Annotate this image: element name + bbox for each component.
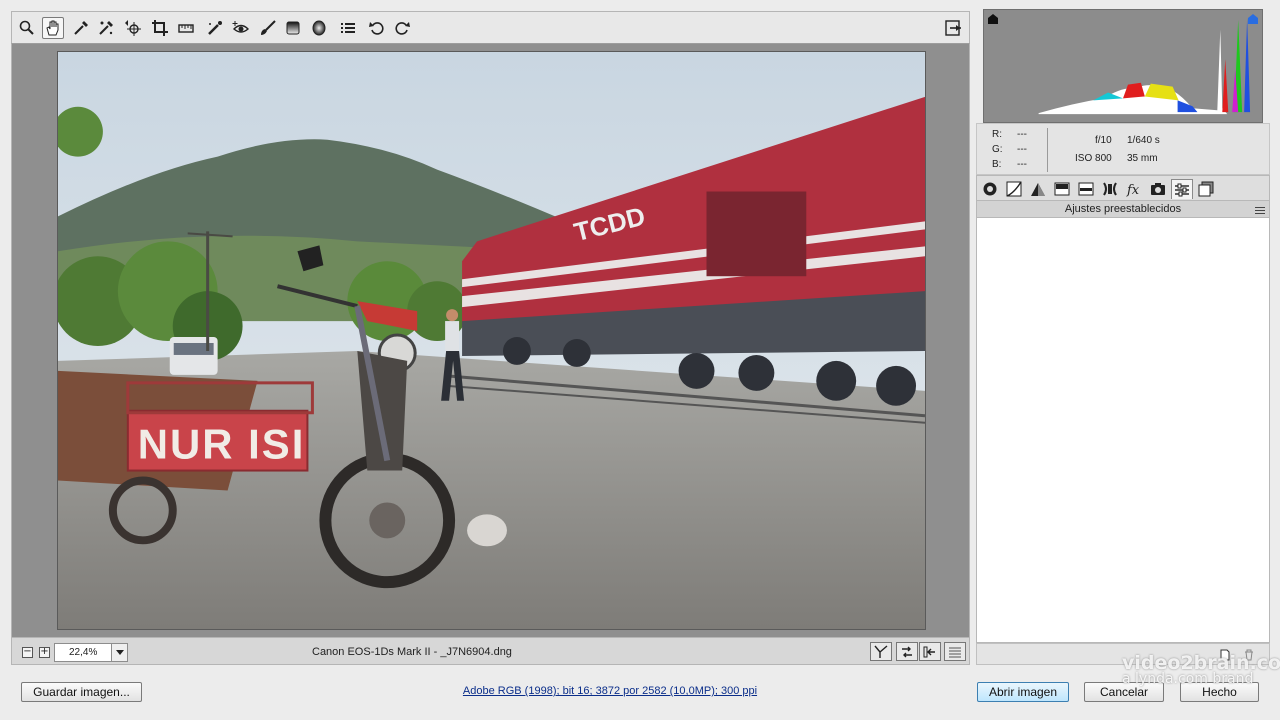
crop-tool-icon[interactable] xyxy=(149,17,171,39)
adjustment-brush-tool-icon[interactable] xyxy=(257,17,279,39)
rotate-right-icon[interactable] xyxy=(391,17,413,39)
tab-presets[interactable] xyxy=(1171,179,1193,199)
r-value: --- xyxy=(1017,129,1027,140)
focal-length-value: 35 mm xyxy=(1127,153,1158,164)
before-after-toggle-icon[interactable] xyxy=(870,642,892,661)
status-bar: − + 22,4% Canon EOS-1Ds Mark II - _J7N69… xyxy=(11,637,970,665)
tab-snapshots[interactable] xyxy=(1195,179,1217,199)
tab-tone-curve[interactable] xyxy=(1003,179,1025,199)
svg-text:fx: fx xyxy=(1126,183,1140,197)
b-value: --- xyxy=(1017,159,1027,170)
color-sampler-tool-icon[interactable] xyxy=(95,17,117,39)
radial-filter-tool-icon[interactable] xyxy=(308,17,330,39)
straighten-tool-icon[interactable] xyxy=(175,17,197,39)
open-image-button[interactable]: Abrir imagen xyxy=(977,682,1069,702)
tab-lens-corrections[interactable] xyxy=(1099,179,1121,199)
save-image-button[interactable]: Guardar imagen... xyxy=(21,682,142,702)
copy-settings-icon[interactable] xyxy=(919,642,941,661)
g-label: G: xyxy=(992,144,1003,155)
red-eye-tool-icon[interactable] xyxy=(230,17,252,39)
zoom-level-value: 22,4% xyxy=(69,647,98,658)
tab-effects[interactable]: fx xyxy=(1123,179,1145,199)
highlight-clipping-warning-icon[interactable] xyxy=(1247,13,1259,25)
hand-tool-icon[interactable] xyxy=(42,17,64,39)
targeted-adjustment-tool-icon[interactable] xyxy=(122,17,144,39)
tab-basic[interactable] xyxy=(979,179,1001,199)
zoom-level-select[interactable]: 22,4% xyxy=(54,643,128,662)
adjustment-tabs: fx xyxy=(976,175,1270,201)
zoom-tool-icon[interactable] xyxy=(16,17,38,39)
shadow-clipping-warning-icon[interactable] xyxy=(987,13,999,25)
preferences-list-icon[interactable] xyxy=(337,17,359,39)
aperture-value: f/10 xyxy=(1095,135,1112,146)
tab-camera-calibration[interactable] xyxy=(1147,179,1169,199)
tab-detail[interactable] xyxy=(1027,179,1049,199)
info-divider xyxy=(1047,128,1048,172)
zoom-in-button[interactable]: + xyxy=(39,647,50,658)
iso-value: ISO 800 xyxy=(1075,153,1112,164)
spot-removal-tool-icon[interactable] xyxy=(204,17,226,39)
toggle-settings-icon[interactable] xyxy=(944,642,966,661)
graduated-filter-tool-icon[interactable] xyxy=(282,17,304,39)
panel-title-text: Ajustes preestablecidos xyxy=(1064,203,1182,215)
camera-filename: Canon EOS-1Ds Mark II - _J7N6904.dng xyxy=(312,646,512,658)
presets-list[interactable] xyxy=(976,218,1270,643)
shutter-value: 1/640 s xyxy=(1127,135,1160,146)
chevron-down-icon[interactable] xyxy=(111,644,127,661)
histogram xyxy=(983,9,1263,123)
tab-split-toning[interactable] xyxy=(1075,179,1097,199)
rotate-left-icon[interactable] xyxy=(366,17,388,39)
r-label: R: xyxy=(992,129,1002,140)
cart-sign-text: NUR ISI xyxy=(138,421,306,468)
image-preview-area[interactable]: TCDD NUR ISI xyxy=(11,44,970,637)
image-info-panel: R: --- G: --- B: --- f/10 1/640 s ISO 80… xyxy=(976,123,1270,175)
toolbar xyxy=(11,11,970,44)
photo-preview[interactable]: TCDD NUR ISI xyxy=(57,51,926,630)
g-value: --- xyxy=(1017,144,1027,155)
fullscreen-toggle-icon[interactable] xyxy=(942,17,964,39)
watermark: video2brain.com a lynda.com brand xyxy=(1122,652,1280,687)
panel-title: Ajustes preestablecidos xyxy=(976,201,1270,218)
swap-settings-icon[interactable] xyxy=(896,642,918,661)
panel-menu-icon[interactable] xyxy=(1255,204,1265,214)
workflow-options-link[interactable]: Adobe RGB (1998); bit 16; 3872 por 2582 … xyxy=(330,685,890,697)
zoom-out-button[interactable]: − xyxy=(22,647,33,658)
b-label: B: xyxy=(992,159,1002,170)
white-balance-tool-icon[interactable] xyxy=(70,17,92,39)
tab-hsl[interactable] xyxy=(1051,179,1073,199)
